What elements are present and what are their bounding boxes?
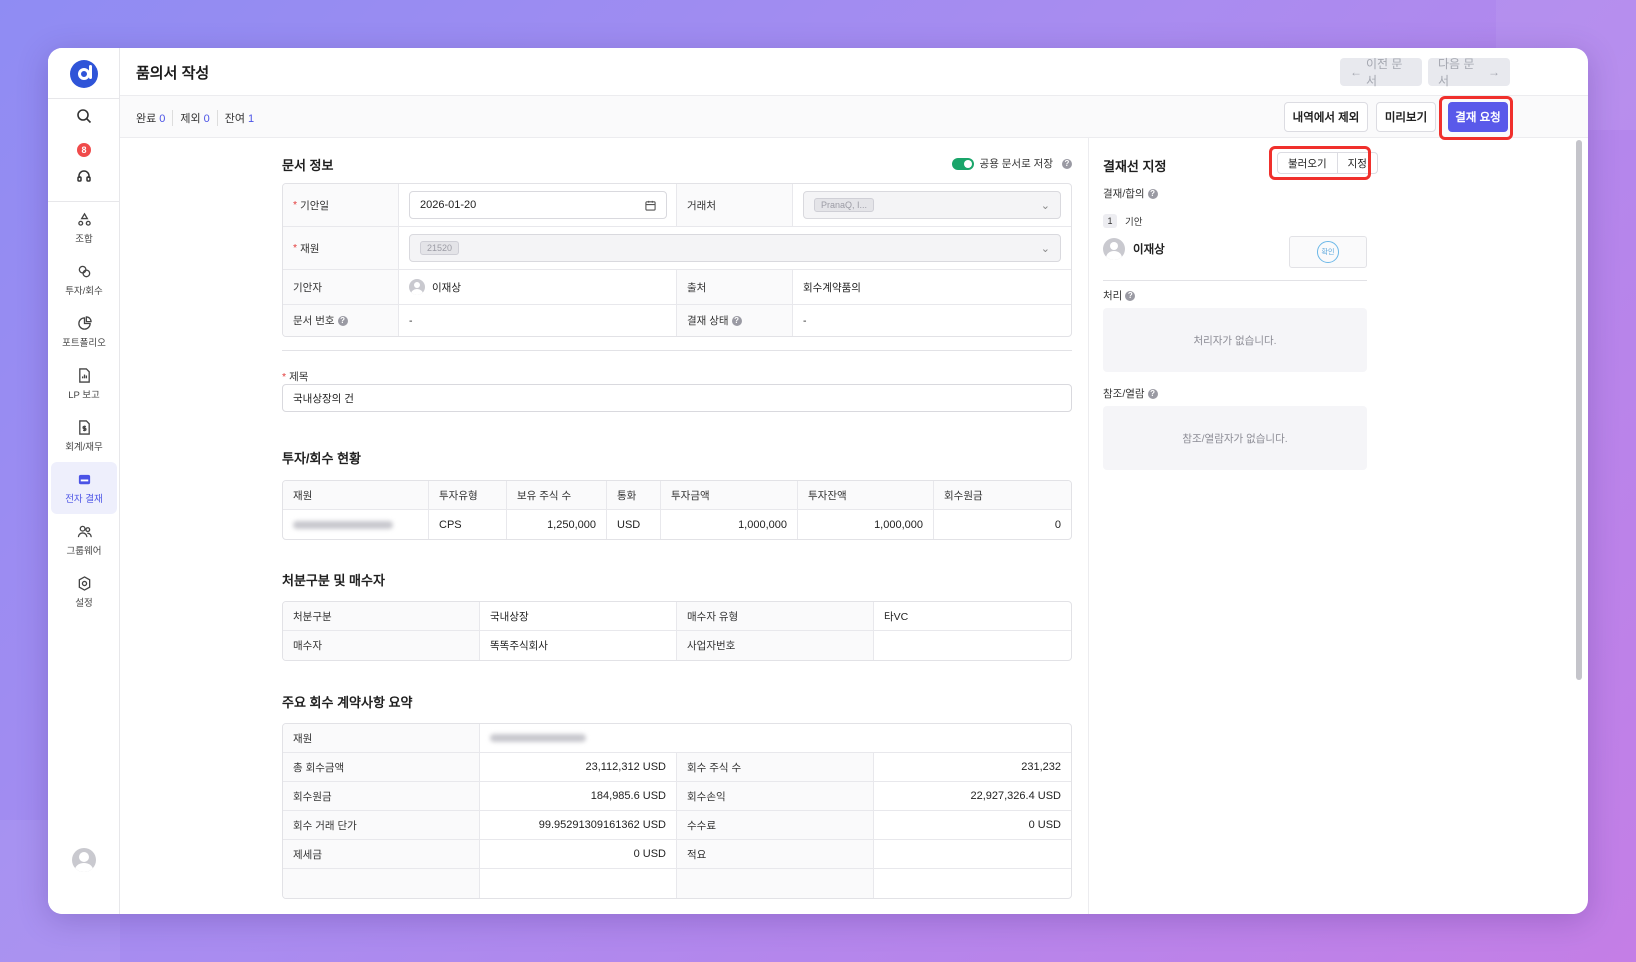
approver-avatar [1103,238,1125,260]
document-form: 문서 정보 공용 문서로 저장 ? * 기안일 2026-01-20 거래처 P… [120,138,1088,914]
partner-select[interactable]: PranaQ, I... ⌄ [803,191,1061,219]
doc-info-table: * 기안일 2026-01-20 거래처 PranaQ, I... ⌄ * 재원… [282,183,1072,337]
preview-button[interactable]: 미리보기 [1376,102,1436,132]
nav-item-portfolio[interactable]: 포트폴리오 [51,306,117,358]
nav-label: 그룹웨어 [66,545,102,557]
process-label: 처리? [1103,288,1136,303]
app-window: 8 조합 투자/회수 포트폴리오 LP 보고 회계/재무 전자 결재 그룹웨어 … [48,48,1588,914]
drafter-avatar [409,279,425,295]
draft-date-input[interactable]: 2026-01-20 [409,191,667,219]
disposal-title: 처분구분 및 매수자 [282,573,385,588]
contract-summary-title: 주요 회수 계약사항 요약 [282,695,413,710]
finance-doc-icon [78,419,90,435]
help-icon[interactable]: ? [1147,389,1158,400]
fund-select[interactable]: 21520 ⌄ [409,234,1061,262]
pie-chart-icon [77,315,92,330]
sidebar: 8 조합 투자/회수 포트폴리오 LP 보고 회계/재무 전자 결재 그룹웨어 … [48,48,120,914]
nav-item-accounting[interactable]: 회계/재무 [51,410,117,462]
search-icon[interactable] [76,108,92,124]
help-icon[interactable]: ? [337,315,348,326]
approver: 이재상 [1103,238,1165,260]
help-icon[interactable]: ? [1147,189,1158,200]
document-counts: 완료 0 제외 0 잔여 1 [136,110,261,126]
links-icon [78,265,90,277]
approval-line-panel: 결재선 지정 불러오기 지정 결재/합의? 1 기안 이재상 확인 처리? 처리… [1088,138,1518,914]
page-title: 품의서 작성 [136,65,210,82]
nav-item-lp-report[interactable]: LP 보고 [51,358,117,410]
approval-line-title: 결재선 지정 [1103,159,1167,174]
invest-status-title: 투자/회수 현황 [282,451,361,466]
prev-document-button[interactable]: ← 이전 문서 [1340,57,1422,88]
chevron-down-icon: ⌄ [1040,199,1050,212]
assign-approval-line-button[interactable]: 지정 [1337,152,1378,174]
app-logo[interactable] [70,60,98,88]
request-approval-button[interactable]: 결재 요청 [1448,102,1508,132]
redacted-fund [490,734,586,742]
scrollbar-thumb[interactable] [1576,140,1582,680]
status-bar: 완료 0 제외 0 잔여 1 내역에서 제외 미리보기 결재 요청 [120,96,1588,138]
nav-item-settings[interactable]: 설정 [51,566,117,618]
help-icon[interactable]: ? [1125,291,1136,302]
partner-chip: PranaQ, I... [814,198,875,212]
nav-label: 회계/재무 [65,441,103,453]
approval-stamp-box: 확인 [1289,236,1367,268]
approval-step: 1 기안 [1103,214,1142,228]
nav-label: 투자/회수 [65,285,103,297]
reference-empty-state[interactable]: 참조/열람자가 없습니다. [1103,406,1367,470]
notification-badge[interactable]: 8 [77,143,91,157]
doc-info-title: 문서 정보 [282,158,334,173]
subject-label: * 제목 [282,371,309,383]
load-approval-line-button[interactable]: 불러오기 [1277,152,1338,174]
redacted-fund [293,520,393,529]
nav-item-fund[interactable]: 조합 [51,202,117,254]
gear-icon [78,575,90,591]
contract-summary-table: 재원 총 회수금액 23,112,312 USD 회수 주식 수 231,232… [282,723,1072,899]
subject-input[interactable]: 국내상장의 건 [282,384,1072,412]
report-icon [78,367,90,383]
nav-label: 조합 [75,233,93,245]
chevron-down-icon: ⌄ [1040,242,1050,255]
page-header: 품의서 작성 ← 이전 문서 다음 문서 → [120,48,1588,96]
nav-label: LP 보고 [68,389,100,401]
drafter-name: 이재상 [432,281,461,294]
approval-label: 결재/합의? [1103,186,1158,201]
arrow-right-icon: → [1488,65,1500,79]
nav-item-e-approval[interactable]: 전자 결재 [51,462,117,514]
headset-icon[interactable] [76,168,92,184]
user-avatar[interactable] [72,848,96,872]
inbox-icon [78,474,90,484]
approval-status-value: - [803,314,807,327]
nav-label: 전자 결재 [65,493,103,505]
exclude-from-list-button[interactable]: 내역에서 제외 [1284,102,1368,132]
stamp-icon: 확인 [1317,241,1339,263]
nav-item-groupware[interactable]: 그룹웨어 [51,514,117,566]
people-icon [77,525,92,537]
nav-label: 설정 [75,597,93,609]
table-row: CPS 1,250,000 USD 1,000,000 1,000,000 0 [283,510,1071,539]
help-icon[interactable]: ? [1062,158,1072,169]
nav-label: 포트폴리오 [62,337,106,349]
shared-doc-toggle[interactable]: 공용 문서로 저장 ? [951,156,1072,171]
process-empty-state[interactable]: 처리자가 없습니다. [1103,308,1367,372]
arrow-left-icon: ← [1350,65,1362,79]
fund-chip: 21520 [420,241,460,255]
source-value: 회수계약품의 [803,281,861,294]
doc-number-value: - [409,314,413,327]
scrollbar[interactable] [1576,140,1582,910]
invest-status-table: 재원 투자유형 보유 주식 수 통화 투자금액 투자잔액 회수원금 CPS 1,… [282,480,1072,540]
cycle-icon [77,212,91,226]
reference-label: 참조/열람? [1103,386,1158,401]
nav-item-invest[interactable]: 투자/회수 [51,254,117,306]
next-document-button[interactable]: 다음 문서 → [1428,57,1510,88]
toggle-switch[interactable] [951,157,974,170]
disposal-table: 처분구분 국내상장 매수자 유형 타VC 매수자 똑똑주식회사 사업자번호 [282,601,1072,661]
help-icon[interactable]: ? [731,315,742,326]
calendar-icon[interactable] [645,200,656,211]
